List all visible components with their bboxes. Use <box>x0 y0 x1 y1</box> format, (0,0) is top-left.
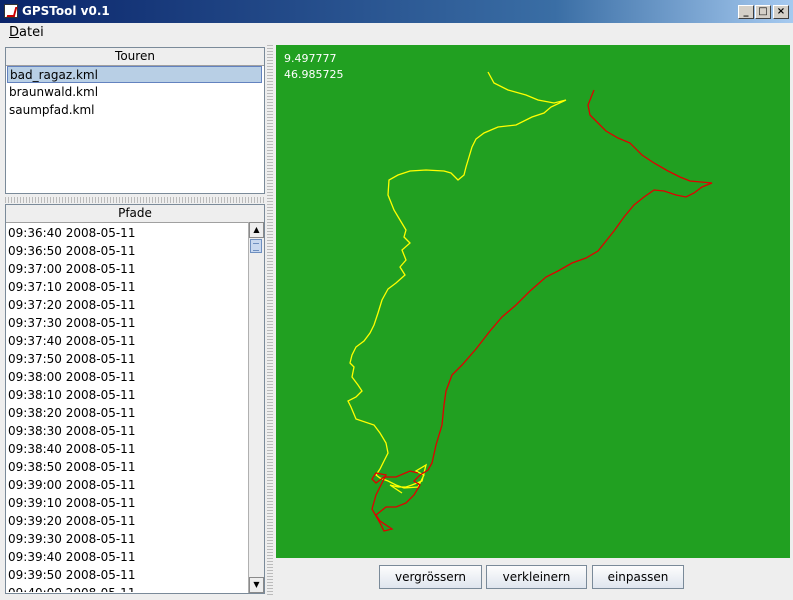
paths-scrollbar[interactable]: ▲ ▼ <box>248 222 264 593</box>
arrow-up-icon[interactable]: ▲ <box>249 222 264 238</box>
maximize-icon: □ <box>758 6 768 17</box>
path-item[interactable]: 09:39:00 2008-05-11 <box>7 476 248 494</box>
path-item[interactable]: 09:37:10 2008-05-11 <box>7 278 248 296</box>
zoom-in-button[interactable]: vergrössern <box>379 565 482 589</box>
path-item[interactable]: 09:37:50 2008-05-11 <box>7 350 248 368</box>
path-item[interactable]: 09:36:50 2008-05-11 <box>7 242 248 260</box>
path-item[interactable]: 09:40:00 2008-05-11 <box>7 584 248 592</box>
scrollbar-thumb[interactable] <box>250 239 262 253</box>
path-item[interactable]: 09:38:20 2008-05-11 <box>7 404 248 422</box>
tour-item[interactable]: saumpfad.kml <box>7 102 262 119</box>
path-item[interactable]: 09:39:50 2008-05-11 <box>7 566 248 584</box>
paths-header: Pfade <box>6 205 264 223</box>
path-item[interactable]: 09:37:20 2008-05-11 <box>7 296 248 314</box>
fit-button[interactable]: einpassen <box>592 565 684 589</box>
map-canvas[interactable]: 9.497777 46.985725 <box>276 45 790 558</box>
vertical-splitter[interactable] <box>267 45 273 595</box>
path-item[interactable]: 09:38:00 2008-05-11 <box>7 368 248 386</box>
menu-bar: Datei <box>0 23 793 43</box>
path-item[interactable]: 09:38:50 2008-05-11 <box>7 458 248 476</box>
path-item[interactable]: 09:39:40 2008-05-11 <box>7 548 248 566</box>
title-bar: GPSTool v0.1 _ □ × <box>0 0 793 23</box>
path-item[interactable]: 09:39:30 2008-05-11 <box>7 530 248 548</box>
minimize-button[interactable]: _ <box>738 5 754 19</box>
path-item[interactable]: 09:36:40 2008-05-11 <box>7 224 248 242</box>
close-icon: × <box>776 6 786 17</box>
paths-panel: Pfade 09:36:40 2008-05-11 09:36:50 2008-0… <box>5 204 265 594</box>
zoom-out-button[interactable]: verkleinern <box>486 565 587 589</box>
tour-item[interactable]: braunwald.kml <box>7 84 262 101</box>
arrow-down-icon[interactable]: ▼ <box>249 577 264 593</box>
menu-datei-label: atei <box>19 25 44 40</box>
paths-list: 09:36:40 2008-05-11 09:36:50 2008-05-11 09… <box>7 224 248 592</box>
horizontal-splitter[interactable] <box>5 197 265 203</box>
menu-datei[interactable]: Datei <box>9 25 44 40</box>
window-title: GPSTool v0.1 <box>22 4 110 18</box>
track-svg <box>347 71 713 532</box>
path-item[interactable]: 09:38:10 2008-05-11 <box>7 386 248 404</box>
tours-header: Touren <box>6 48 264 66</box>
path-item[interactable]: 09:38:40 2008-05-11 <box>7 440 248 458</box>
path-item[interactable]: 09:37:30 2008-05-11 <box>7 314 248 332</box>
menu-datei-mnemonic: D <box>9 25 20 40</box>
tours-panel: Touren bad_ragaz.kml braunwald.kml saump… <box>5 47 265 194</box>
maximize-button[interactable]: □ <box>755 5 771 19</box>
tour-item[interactable]: bad_ragaz.kml <box>7 66 262 83</box>
path-item[interactable]: 09:39:10 2008-05-11 <box>7 494 248 512</box>
descent-track <box>371 89 713 532</box>
path-item[interactable]: 09:39:20 2008-05-11 <box>7 512 248 530</box>
close-button[interactable]: × <box>773 5 789 19</box>
minimize-icon: _ <box>743 6 749 17</box>
ascent-track <box>347 71 567 494</box>
path-item[interactable]: 09:37:00 2008-05-11 <box>7 260 248 278</box>
path-item[interactable]: 09:37:40 2008-05-11 <box>7 332 248 350</box>
path-item[interactable]: 09:38:30 2008-05-11 <box>7 422 248 440</box>
app-icon <box>4 4 18 18</box>
